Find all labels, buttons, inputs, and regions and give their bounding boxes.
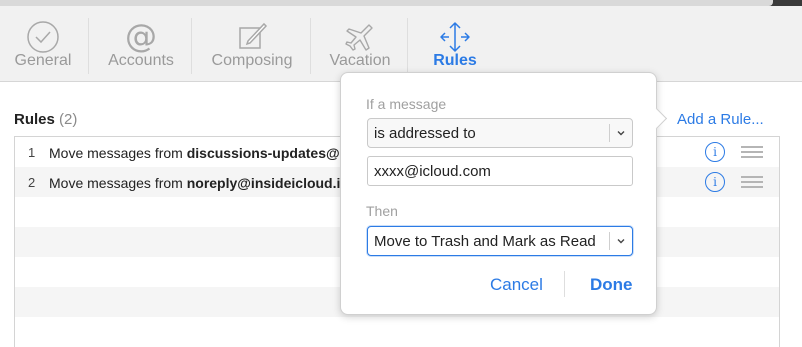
rule-number: 1 <box>28 145 36 160</box>
toolbar-divider <box>407 18 408 74</box>
tab-vacation-label: Vacation <box>329 52 391 69</box>
rule-prefix: Move messages from <box>49 145 187 161</box>
email-value: xxxx@icloud.com <box>374 163 491 180</box>
tab-vacation[interactable]: Vacation <box>322 6 398 81</box>
rules-count: (2) <box>59 111 78 128</box>
tab-rules[interactable]: Rules <box>420 6 490 81</box>
compose-icon <box>239 22 268 49</box>
if-label: If a message <box>366 96 447 112</box>
tab-composing[interactable]: Composing <box>204 6 300 81</box>
checkmark-circle-icon <box>27 21 59 53</box>
rule-prefix: Move messages from <box>49 175 187 191</box>
tab-general-label: General <box>14 52 72 69</box>
drag-handle-icon[interactable] <box>741 176 763 188</box>
action-value: Move to Trash and Mark as Read <box>374 233 596 250</box>
at-sign-icon: @ <box>125 19 157 55</box>
info-icon[interactable]: i <box>705 172 725 192</box>
action-select[interactable]: Move to Trash and Mark as Read <box>367 226 633 256</box>
tab-accounts[interactable]: @ Accounts <box>100 6 182 81</box>
info-icon[interactable]: i <box>705 142 725 162</box>
toolbar-divider <box>191 18 192 74</box>
done-button[interactable]: Done <box>590 275 633 295</box>
drag-handle-icon[interactable] <box>741 146 763 158</box>
chevron-down-icon <box>617 239 625 244</box>
rule-description: Move messages from noreply@insideicloud.… <box>49 175 361 191</box>
toolbar-divider <box>88 18 89 74</box>
svg-text:@: @ <box>125 19 157 55</box>
rules-heading-label: Rules <box>14 111 55 128</box>
rules-heading: Rules (2) <box>14 111 77 128</box>
chevron-down-icon <box>617 131 625 136</box>
airplane-icon <box>345 24 373 51</box>
rule-number: 2 <box>28 175 36 190</box>
cancel-button[interactable]: Cancel <box>490 275 543 295</box>
select-divider <box>609 124 610 142</box>
select-divider <box>609 232 610 250</box>
condition-select[interactable]: is addressed to <box>367 118 633 148</box>
rule-sender: noreply@insideicloud.iclo <box>186 175 361 191</box>
tab-composing-label: Composing <box>211 52 293 69</box>
tab-rules-label: Rules <box>433 52 477 69</box>
toolbar-divider <box>310 18 311 74</box>
rule-description: Move messages from discussions-updates@a… <box>49 145 356 161</box>
email-field[interactable]: xxxx@icloud.com <box>367 156 633 186</box>
empty-row <box>15 317 779 347</box>
rule-sender: discussions-updates@ap <box>186 145 356 161</box>
then-label: Then <box>366 203 398 219</box>
preferences-toolbar: General @ Accounts Composing Vacation Ru… <box>0 6 802 82</box>
rule-editor-popover: If a message is addressed to xxxx@icloud… <box>340 72 657 315</box>
button-divider <box>564 271 565 297</box>
arrows-icon <box>440 22 470 52</box>
tab-general[interactable]: General <box>8 6 78 81</box>
add-rule-link[interactable]: Add a Rule... <box>677 111 764 128</box>
condition-value: is addressed to <box>374 125 476 142</box>
tab-accounts-label: Accounts <box>108 52 174 69</box>
